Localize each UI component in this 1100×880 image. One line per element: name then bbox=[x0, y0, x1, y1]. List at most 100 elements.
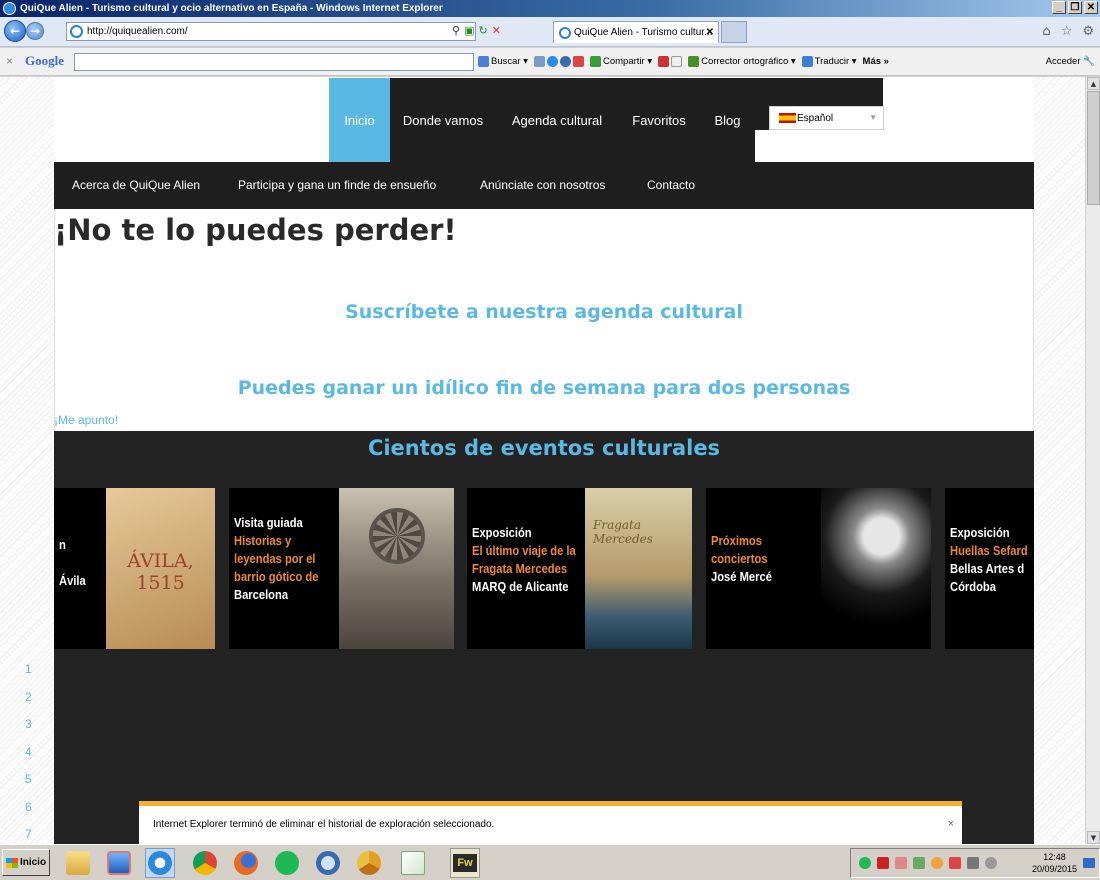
tab-close-icon[interactable]: ✕ bbox=[706, 27, 714, 38]
nav-favoritos[interactable]: Favoritos bbox=[618, 78, 700, 162]
pager-item[interactable]: 3 bbox=[25, 717, 32, 745]
new-tab-button[interactable] bbox=[721, 21, 747, 43]
address-bar[interactable]: http://quiquealien.com/ bbox=[66, 22, 476, 41]
nav-blog[interactable]: Blog bbox=[700, 78, 755, 162]
page-icon bbox=[533, 56, 545, 67]
minimize-button[interactable]: _ bbox=[1052, 1, 1066, 14]
tray-clock[interactable]: 12:48 20/09/2015 bbox=[1032, 851, 1077, 875]
toolbar-spellcheck[interactable]: Corrector ortográfico ▾ bbox=[688, 56, 796, 67]
pager-item[interactable]: 6 bbox=[25, 800, 32, 828]
toolbar-close-icon[interactable]: × bbox=[6, 54, 13, 68]
subnav-participa[interactable]: Participa y gana un finde de ensueño bbox=[238, 178, 436, 192]
nav-donde-vamos[interactable]: Donde vamos bbox=[390, 78, 496, 162]
network-tray-icon[interactable] bbox=[913, 857, 925, 869]
page-background-right bbox=[1034, 77, 1085, 844]
security-tray-icon[interactable] bbox=[895, 857, 907, 869]
pager-item[interactable]: 1 bbox=[25, 662, 32, 690]
event-card-barcelona[interactable]: Visita guiada Historias y leyendas por e… bbox=[229, 488, 454, 649]
forward-button[interactable]: → bbox=[26, 22, 44, 40]
window-titlebar: QuiQue Alien - Turismo cultural y ocio a… bbox=[0, 0, 1100, 17]
spotify-tray-icon[interactable] bbox=[859, 857, 871, 869]
google-toolbar: × Google Buscar ▾ Compartir ▾ Corrector … bbox=[0, 48, 1100, 76]
search-icon[interactable]: ⚲ bbox=[452, 24, 460, 37]
fragata-poster-image: Fragata Mercedes bbox=[585, 488, 692, 649]
firefox-icon[interactable] bbox=[231, 848, 261, 878]
subnav-anunciate[interactable]: Anúnciate con nosotros bbox=[480, 178, 605, 192]
ie-icon bbox=[3, 2, 16, 15]
note-icon bbox=[671, 56, 683, 67]
event-card-text: Exposición Huellas Sefard Bellas Artes d… bbox=[950, 525, 1028, 594]
clock-date: 20/09/2015 bbox=[1031, 864, 1077, 874]
display-tray-icon[interactable] bbox=[967, 857, 979, 869]
nav-agenda-cultural[interactable]: Agenda cultural bbox=[496, 78, 618, 162]
avila-map-image: ÁVILA, 1515 bbox=[106, 488, 215, 649]
wrench-icon[interactable]: 🔧 bbox=[1083, 56, 1095, 67]
thunderbird-icon[interactable] bbox=[313, 848, 343, 878]
browser-tab[interactable]: QuiQue Alien - Turismo cultur... ✕ bbox=[553, 21, 719, 43]
subnav-contacto[interactable]: Contacto bbox=[647, 178, 695, 192]
notification-bar: Internet Explorer terminó de eliminar el… bbox=[139, 801, 962, 844]
refresh-icon[interactable]: ↻ bbox=[478, 24, 487, 37]
pager-item[interactable]: 5 bbox=[25, 772, 32, 800]
mail-icon bbox=[658, 56, 670, 67]
event-card-cordoba[interactable]: Exposición Huellas Sefard Bellas Artes d… bbox=[945, 488, 1034, 649]
notification-close-icon[interactable]: × bbox=[948, 818, 954, 830]
toolbar-translate[interactable]: Traducir ▾ bbox=[801, 56, 857, 67]
toolbar-more-icons[interactable] bbox=[658, 56, 683, 67]
back-button[interactable]: ← bbox=[4, 20, 26, 42]
close-window-button[interactable]: ✕ bbox=[1084, 1, 1098, 14]
page-title: ¡No te lo puedes perder! bbox=[54, 213, 457, 247]
home-icon[interactable]: ⌂ bbox=[1042, 24, 1050, 39]
chrome-canary-icon[interactable] bbox=[354, 848, 384, 878]
language-label: Español bbox=[797, 112, 834, 124]
favorites-star-icon[interactable]: ☆ bbox=[1061, 24, 1073, 39]
toolbar-more[interactable]: Más » bbox=[863, 56, 889, 67]
nav-inicio[interactable]: Inicio bbox=[329, 78, 390, 162]
google-search-input[interactable] bbox=[74, 53, 474, 71]
chart-app-icon[interactable] bbox=[398, 848, 428, 878]
sign-up-link[interactable]: ¡Me apunto! bbox=[54, 413, 118, 427]
internet-explorer-icon[interactable] bbox=[145, 848, 175, 878]
carousel-pager: 1 2 3 4 5 6 7 bbox=[25, 662, 32, 844]
toolbar-search[interactable]: Buscar ▾ bbox=[478, 56, 528, 67]
subnav-acerca[interactable]: Acerca de QuiQue Alien bbox=[72, 178, 200, 192]
pager-item[interactable]: 7 bbox=[25, 827, 32, 844]
app-tray-icon[interactable] bbox=[949, 857, 961, 869]
stop-icon[interactable]: ✕ bbox=[492, 24, 501, 37]
pager-item[interactable]: 4 bbox=[25, 745, 32, 773]
acrobat-tray-icon[interactable] bbox=[877, 857, 889, 869]
toolbar-signin[interactable]: Acceder 🔧 bbox=[1046, 56, 1095, 67]
explorer-folder-icon[interactable] bbox=[63, 848, 93, 878]
start-button[interactable]: Inicio bbox=[2, 849, 50, 876]
gear-icon[interactable]: ⚙ bbox=[1082, 24, 1094, 39]
fireworks-icon[interactable]: Fw bbox=[450, 848, 480, 878]
show-desktop-icon[interactable] bbox=[1083, 858, 1095, 868]
event-card-text: n Ávila bbox=[59, 537, 86, 588]
toolbar-share[interactable]: Compartir ▾ bbox=[589, 56, 652, 67]
scroll-down-icon[interactable]: ▼ bbox=[1087, 831, 1100, 844]
fragata-poster-title: Fragata Mercedes bbox=[593, 518, 653, 546]
event-card-jose-merce[interactable]: Próximos conciertos José Mercé bbox=[706, 488, 931, 649]
win-weekend-link[interactable]: Puedes ganar un idílico fin de semana pa… bbox=[54, 377, 1034, 399]
language-select[interactable]: Español ▼ bbox=[769, 106, 884, 130]
vertical-scrollbar[interactable]: ▲ ▼ bbox=[1085, 77, 1100, 844]
toolbar-misc-icons[interactable] bbox=[533, 56, 584, 67]
event-card-avila[interactable]: n Ávila ÁVILA, 1515 bbox=[54, 488, 215, 649]
subscribe-link[interactable]: Suscríbete a nuestra agenda cultural bbox=[54, 301, 1034, 323]
update-tray-icon[interactable] bbox=[931, 857, 943, 869]
chrome-icon[interactable] bbox=[190, 848, 220, 878]
pager-item[interactable]: 2 bbox=[25, 690, 32, 718]
volume-icon[interactable] bbox=[985, 857, 997, 869]
maximize-button[interactable]: ❐ bbox=[1068, 1, 1082, 14]
scroll-thumb[interactable] bbox=[1087, 91, 1100, 205]
search-icon bbox=[478, 56, 489, 67]
google-logo: Google bbox=[25, 53, 64, 68]
avila-image-title: ÁVILA, 1515 bbox=[127, 550, 194, 594]
spotify-icon[interactable] bbox=[272, 848, 302, 878]
start-label: Inicio bbox=[19, 857, 47, 868]
event-card-fragata[interactable]: Exposición El último viaje de la Fragata… bbox=[467, 488, 692, 649]
media-player-icon[interactable] bbox=[104, 848, 134, 878]
compat-view-icon[interactable]: ▣ bbox=[464, 24, 474, 37]
windows-logo-icon bbox=[5, 857, 18, 868]
scroll-up-icon[interactable]: ▲ bbox=[1087, 77, 1100, 90]
